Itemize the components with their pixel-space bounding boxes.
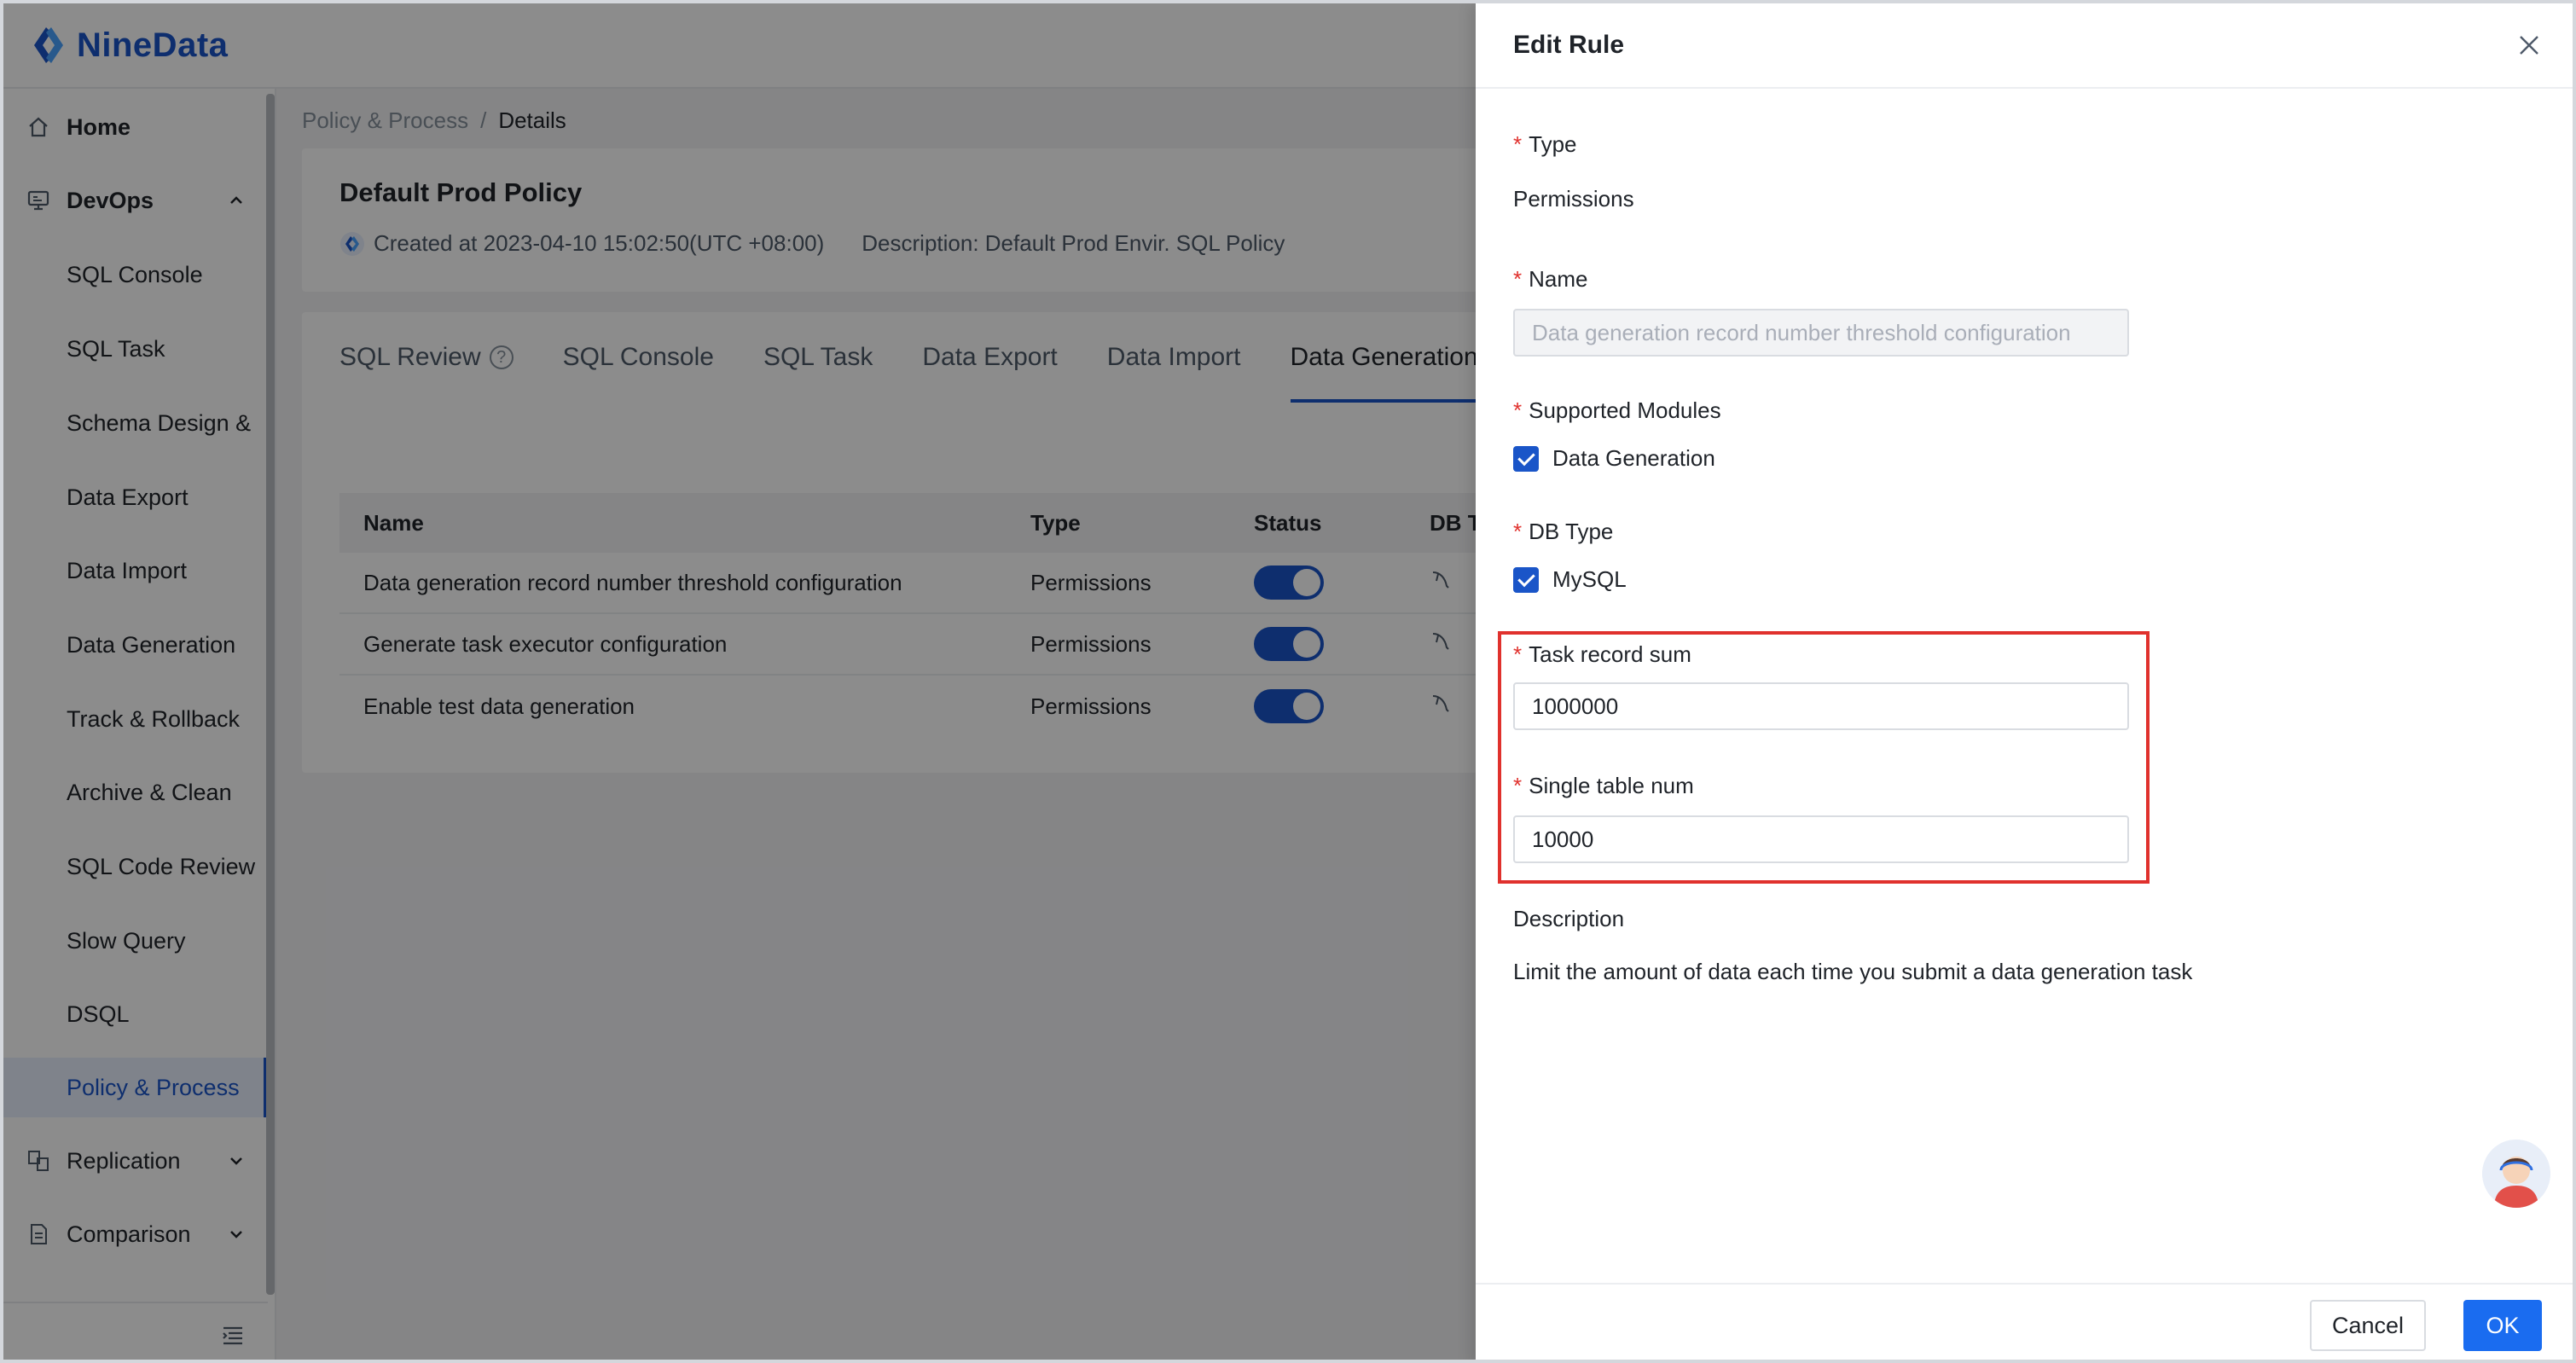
modal-backdrop[interactable] [3,3,1476,1360]
db-type-mysql[interactable]: MySQL [1513,566,1627,593]
type-value: Permissions [1513,186,1634,212]
name-field[interactable]: Data generation record number threshold … [1513,309,2129,357]
type-label-text: Type [1529,131,1577,157]
checkbox-checked[interactable] [1513,445,1539,472]
db-type-option-label: MySQL [1552,566,1627,592]
checkbox-checked[interactable] [1513,566,1539,593]
description-label: Description [1513,906,1625,931]
cancel-button[interactable]: Cancel [2310,1300,2426,1351]
supported-modules-label: * Supported Modules [1513,397,1721,424]
description-value: Limit the amount of data each time you s… [1513,959,2193,984]
db-type-label: * DB Type [1513,519,1613,545]
supported-modules-label-text: Supported Modules [1529,397,1721,423]
module-data-generation[interactable]: Data Generation [1513,445,1715,472]
module-option-label: Data Generation [1552,445,1715,471]
app-window: NineData Home DevOps SQL Console SQL Tas… [0,0,2576,1363]
name-label-text: Name [1529,266,1588,292]
ok-button[interactable]: OK [2463,1300,2542,1351]
db-type-label-text: DB Type [1529,519,1614,544]
assistant-avatar-icon [2482,1140,2550,1208]
close-icon[interactable] [2516,32,2542,58]
support-assistant-icon[interactable] [2482,1140,2550,1208]
type-label: * Type [1513,131,1577,158]
highlight-annotation-box [1498,631,2150,884]
required-mark: * [1513,397,1523,423]
required-mark: * [1513,266,1523,292]
drawer-footer: Cancel OK [1476,1283,2573,1360]
drawer-title: Edit Rule [1513,31,1625,59]
drawer-header: Edit Rule [1476,3,2573,89]
required-mark: * [1513,131,1523,157]
name-label: * Name [1513,266,1587,293]
required-mark: * [1513,519,1523,544]
